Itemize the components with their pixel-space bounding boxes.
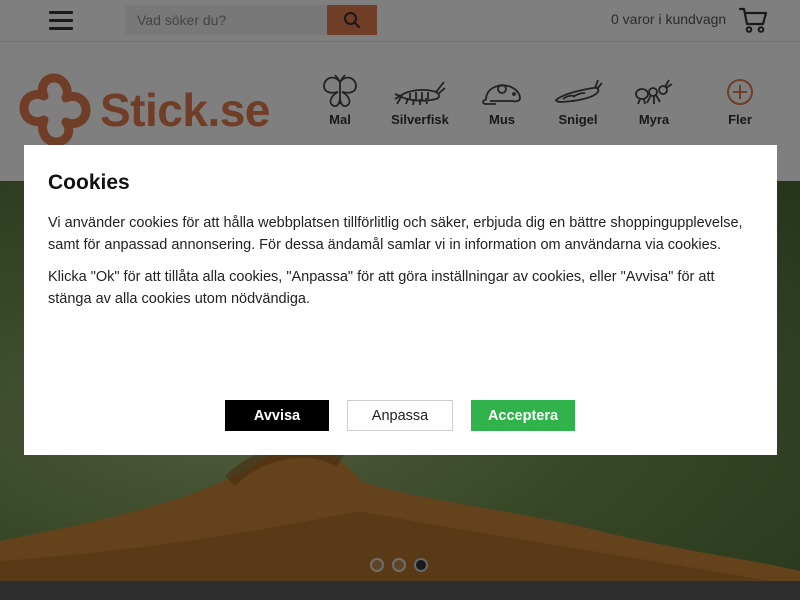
accept-cookies-button[interactable]: Acceptera: [471, 400, 575, 431]
customize-cookies-button[interactable]: Anpassa: [347, 400, 453, 431]
cookie-dialog: Cookies Vi använder cookies för att håll…: [24, 145, 777, 455]
cookie-dialog-instructions: Klicka "Ok" för att tillåta alla cookies…: [48, 269, 715, 307]
reject-cookies-button[interactable]: Avvisa: [225, 400, 329, 431]
cookie-dialog-text: Vi använder cookies för att hålla webbpl…: [48, 215, 743, 253]
cookie-dialog-actions: Avvisa Anpassa Acceptera: [225, 400, 575, 431]
cookie-dialog-title: Cookies: [48, 171, 130, 194]
